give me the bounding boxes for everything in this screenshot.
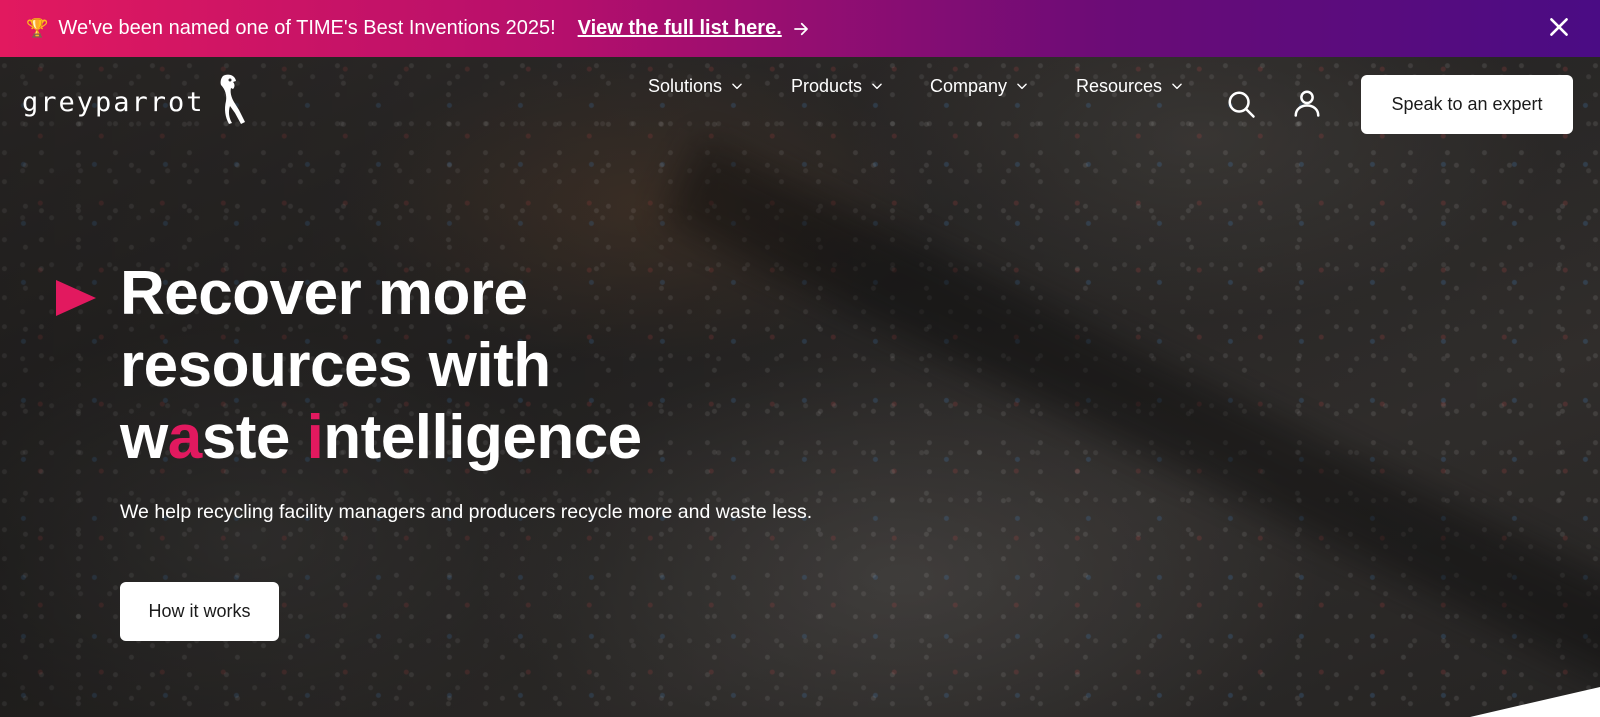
hero-subtext: We help recycling facility managers and … (120, 501, 813, 523)
headline-line-1: Recover more (120, 259, 528, 328)
banner-link[interactable]: View the full list here. (578, 17, 782, 40)
banner-text: We've been named one of TIME's Best Inve… (58, 17, 556, 39)
trophy-icon: 🏆 (26, 18, 49, 38)
nav-solutions[interactable]: Solutions (648, 68, 744, 104)
hero-headline: Recover more resources with waste intell… (120, 258, 642, 474)
headline-ntelligence: ntelligence (323, 403, 642, 472)
chevron-down-icon (1172, 83, 1182, 90)
chevron-down-icon (1017, 83, 1027, 90)
headline-w: w (120, 403, 168, 472)
headline-accent-i: i (306, 403, 324, 472)
nav-products-label: Products (791, 75, 863, 96)
speak-to-expert-button[interactable]: Speak to an expert (1361, 75, 1573, 134)
play-triangle-icon (56, 280, 96, 316)
nav-company-label: Company (930, 75, 1008, 96)
nav-resources[interactable]: Resources (1076, 68, 1184, 104)
parrot-icon (220, 74, 245, 124)
chevron-down-icon (732, 83, 742, 90)
banner-content: 🏆 We've been named one of TIME's Best In… (26, 0, 810, 57)
search-icon[interactable] (1226, 89, 1256, 119)
announcement-banner: 🏆 We've been named one of TIME's Best In… (0, 0, 1600, 57)
nav-products[interactable]: Products (791, 68, 884, 104)
headline-line-3: waste intelligence (120, 403, 642, 472)
headline-line-2: resources with (120, 331, 551, 400)
headline-accent-a: a (167, 403, 202, 472)
nav-resources-label: Resources (1076, 75, 1163, 96)
close-icon[interactable] (1546, 14, 1572, 40)
logo-text: greyparrot (22, 86, 205, 118)
chevron-down-icon (872, 83, 882, 90)
user-icon[interactable] (1292, 88, 1322, 118)
how-it-works-button[interactable]: How it works (120, 582, 279, 641)
arrow-right-icon[interactable] (792, 20, 810, 38)
nav-solutions-label: Solutions (648, 75, 723, 96)
headline-ste: ste (201, 403, 307, 472)
logo[interactable]: greyparrot (22, 74, 249, 128)
nav-company[interactable]: Company (930, 68, 1029, 104)
